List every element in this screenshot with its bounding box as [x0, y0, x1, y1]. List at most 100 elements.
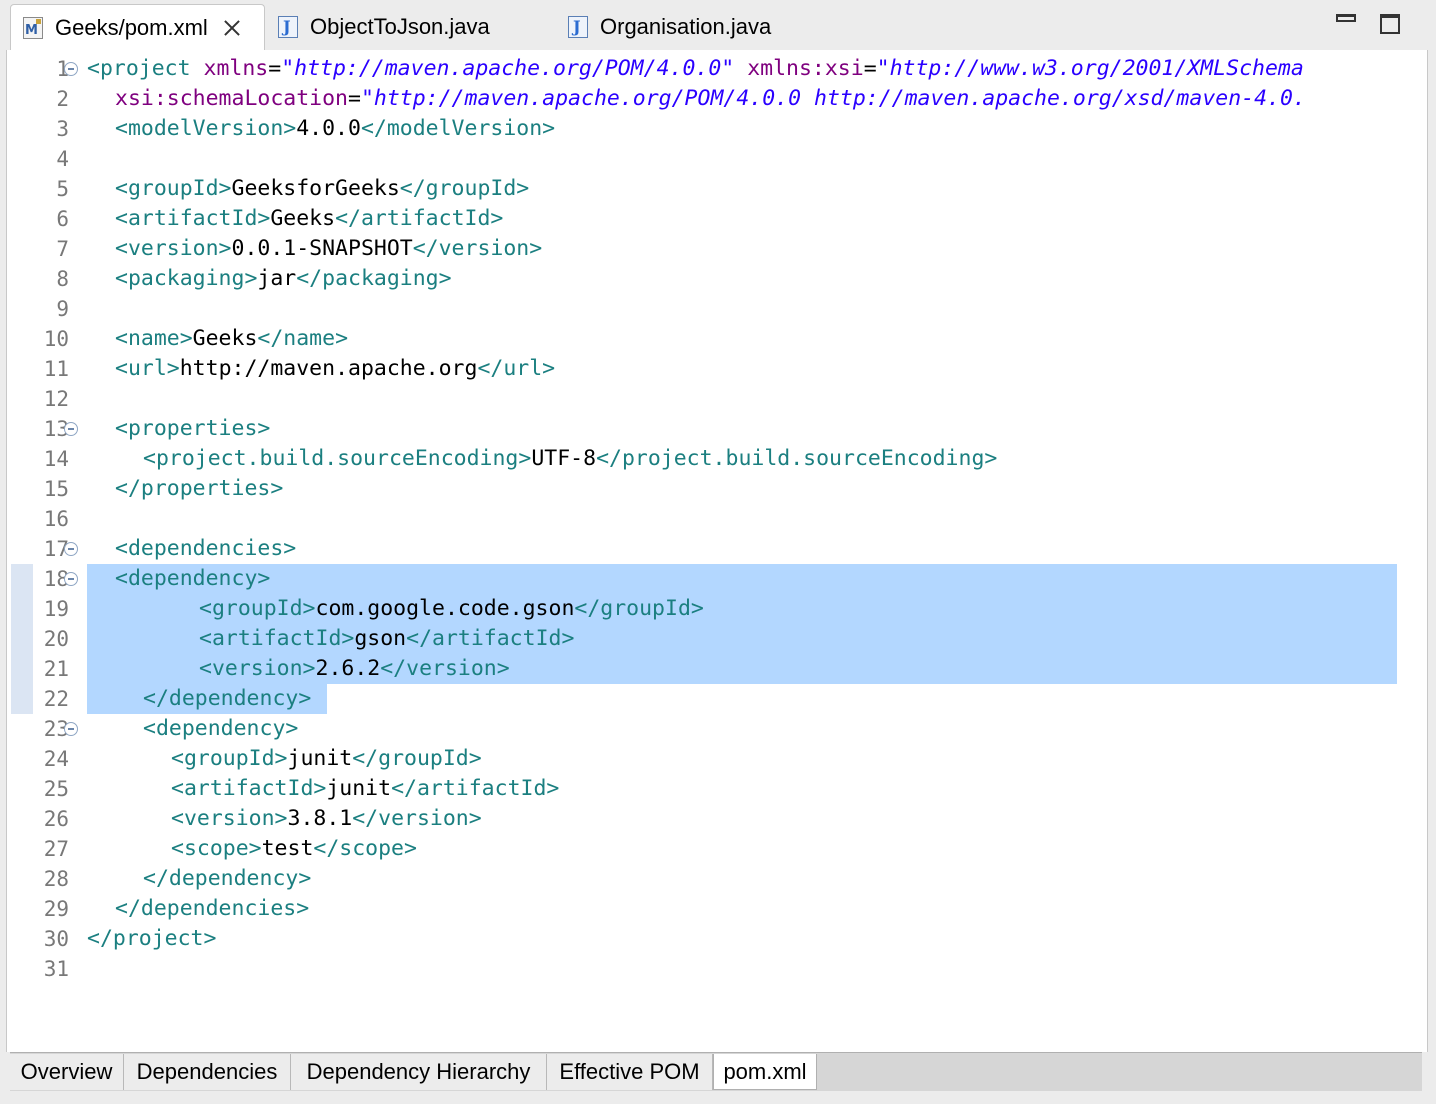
code-line[interactable]: 26 <version>3.8.1</version>	[7, 804, 1427, 834]
line-number: 10	[43, 327, 69, 351]
code-line[interactable]: 20 <artifactId>gson</artifactId>	[7, 624, 1427, 654]
code-token-txt: gson	[354, 626, 407, 651]
code-line[interactable]: 29 </dependencies>	[7, 894, 1427, 924]
line-number: 25	[43, 777, 69, 801]
code-line[interactable]: 8 <packaging>jar</packaging>	[7, 264, 1427, 294]
code-token-tag: </url>	[477, 356, 556, 381]
line-number: 20	[43, 627, 69, 651]
tab-object-to-json[interactable]: ObjectToJson.java	[278, 4, 548, 50]
code-token-tag: </groupId>	[574, 596, 704, 621]
tab-organisation[interactable]: Organisation.java	[568, 4, 828, 50]
code-token-tag: <version>	[171, 806, 288, 831]
code-line[interactable]: 1 <project xmlns="http://maven.apache.org…	[7, 54, 1427, 84]
code-line[interactable]: 15 </properties>	[7, 474, 1427, 504]
fold-collapse-icon[interactable]	[64, 62, 78, 76]
code-line[interactable]: 7 <version>0.0.1-SNAPSHOT</version>	[7, 234, 1427, 264]
code-token-txt: 0.0.1-SNAPSHOT	[231, 236, 413, 261]
fold-collapse-icon[interactable]	[64, 722, 78, 736]
code-line[interactable]: 31	[7, 954, 1427, 984]
code-line[interactable]: 12	[7, 384, 1427, 414]
code-token-tag: <scope>	[171, 836, 262, 861]
code-token-tag: <modelVersion>	[115, 116, 297, 141]
code-token-tag: <packaging>	[115, 266, 258, 291]
line-number: 31	[43, 957, 69, 981]
pom-editor-page-tabs: Overview Dependencies Dependency Hierarc…	[10, 1052, 1422, 1091]
code-token-tag: </project.build.sourceEncoding>	[596, 446, 998, 471]
fold-collapse-icon[interactable]	[64, 422, 78, 436]
tab-label: Geeks/pom.xml	[55, 14, 208, 40]
fold-collapse-icon[interactable]	[64, 572, 78, 586]
tab-label: Organisation.java	[600, 14, 772, 39]
code-line[interactable]: 5 <groupId>GeeksforGeeks</groupId>	[7, 174, 1427, 204]
fold-collapse-icon[interactable]	[64, 542, 78, 556]
code-token-tag: </name>	[257, 326, 349, 351]
code-line[interactable]: 18 <dependency>	[7, 564, 1427, 594]
code-line[interactable]: 17 <dependencies>	[7, 534, 1427, 564]
code-line[interactable]: 6 <artifactId>Geeks</artifactId>	[7, 204, 1427, 234]
tab-pom-xml-source[interactable]: pom.xml	[713, 1054, 817, 1090]
code-token-txt: Geeks	[192, 326, 258, 351]
code-token-tag: </artifactId>	[406, 626, 575, 651]
code-line[interactable]: 3 <modelVersion>4.0.0</modelVersion>	[7, 114, 1427, 144]
line-number: 21	[43, 657, 69, 681]
code-token-attr: xmlns:xsi	[747, 56, 864, 81]
code-text: <groupId>com.google.code.gson</groupId>	[199, 594, 704, 624]
code-line[interactable]: 30 </project>	[7, 924, 1427, 954]
code-token-txt: =	[348, 86, 361, 111]
tab-overview[interactable]: Overview	[10, 1054, 124, 1090]
line-number: 29	[43, 897, 69, 921]
line-number: 14	[43, 447, 69, 471]
java-file-icon	[568, 16, 588, 38]
code-token-val: "http://www.w3.org/2001/XMLSchema	[876, 56, 1304, 81]
code-line[interactable]: 23 <dependency>	[7, 714, 1427, 744]
code-line[interactable]: 9	[7, 294, 1427, 324]
code-token-txt: com.google.code.gson	[315, 596, 575, 621]
code-token-tag: </dependencies>	[115, 896, 310, 921]
code-line[interactable]: 11 <url>http://maven.apache.org</url>	[7, 354, 1427, 384]
code-line[interactable]: 19 <groupId>com.google.code.gson</groupId…	[7, 594, 1427, 624]
code-line[interactable]: 4	[7, 144, 1427, 174]
code-token-tag: </groupId>	[352, 746, 482, 771]
line-number: 22	[43, 687, 69, 711]
line-number: 11	[43, 357, 69, 381]
code-line[interactable]: 27 <scope>test</scope>	[7, 834, 1427, 864]
line-number: 26	[43, 807, 69, 831]
code-text: <groupId>junit</groupId>	[171, 744, 482, 774]
maximize-icon[interactable]	[1380, 14, 1400, 34]
code-token-tag: <name>	[115, 326, 193, 351]
code-line[interactable]: 24 <groupId>junit</groupId>	[7, 744, 1427, 774]
code-line[interactable]: 21 <version>2.6.2</version>	[7, 654, 1427, 684]
code-line[interactable]: 16	[7, 504, 1427, 534]
tab-dependency-hierarchy[interactable]: Dependency Hierarchy	[291, 1054, 547, 1090]
code-token-tag: </artifactId>	[335, 206, 504, 231]
code-token-tag: <url>	[115, 356, 180, 381]
minimize-icon[interactable]	[1336, 14, 1356, 22]
code-line[interactable]: 10 <name>Geeks</name>	[7, 324, 1427, 354]
code-text: <project.build.sourceEncoding>UTF-8</pro…	[143, 444, 997, 474]
line-number: 27	[43, 837, 69, 861]
code-token-tag: </scope>	[313, 836, 417, 861]
code-token-tag: </version>	[412, 236, 543, 261]
xml-source-editor[interactable]: 1 <project xmlns="http://maven.apache.org…	[6, 50, 1428, 1052]
code-line[interactable]: 14 <project.build.sourceEncoding>UTF-8</p…	[7, 444, 1427, 474]
code-line[interactable]: 25 <artifactId>junit</artifactId>	[7, 774, 1427, 804]
line-number: 15	[43, 477, 69, 501]
code-text: <groupId>GeeksforGeeks</groupId>	[115, 174, 529, 204]
tab-dependencies[interactable]: Dependencies	[124, 1054, 291, 1090]
code-token-txt: http://maven.apache.org	[179, 356, 478, 381]
code-line[interactable]: 13 <properties>	[7, 414, 1427, 444]
close-icon[interactable]	[222, 18, 242, 38]
tab-effective-pom[interactable]: Effective POM	[547, 1054, 713, 1090]
code-text: <version>3.8.1</version>	[171, 804, 482, 834]
code-line[interactable]: 28 </dependency>	[7, 864, 1427, 894]
code-text: <modelVersion>4.0.0</modelVersion>	[115, 114, 555, 144]
code-line[interactable]: 2 xsi:schemaLocation="http://maven.apache…	[7, 84, 1427, 114]
code-token-txt: 4.0.0	[296, 116, 361, 141]
code-text: </dependencies>	[115, 894, 309, 924]
code-text: <version>0.0.1-SNAPSHOT</version>	[115, 234, 542, 264]
code-line[interactable]: 22 </dependency>	[7, 684, 1427, 714]
code-token-tag: </groupId>	[399, 176, 530, 201]
tab-pom-xml[interactable]: Geeks/pom.xml	[10, 4, 265, 50]
line-number: 3	[56, 117, 69, 141]
